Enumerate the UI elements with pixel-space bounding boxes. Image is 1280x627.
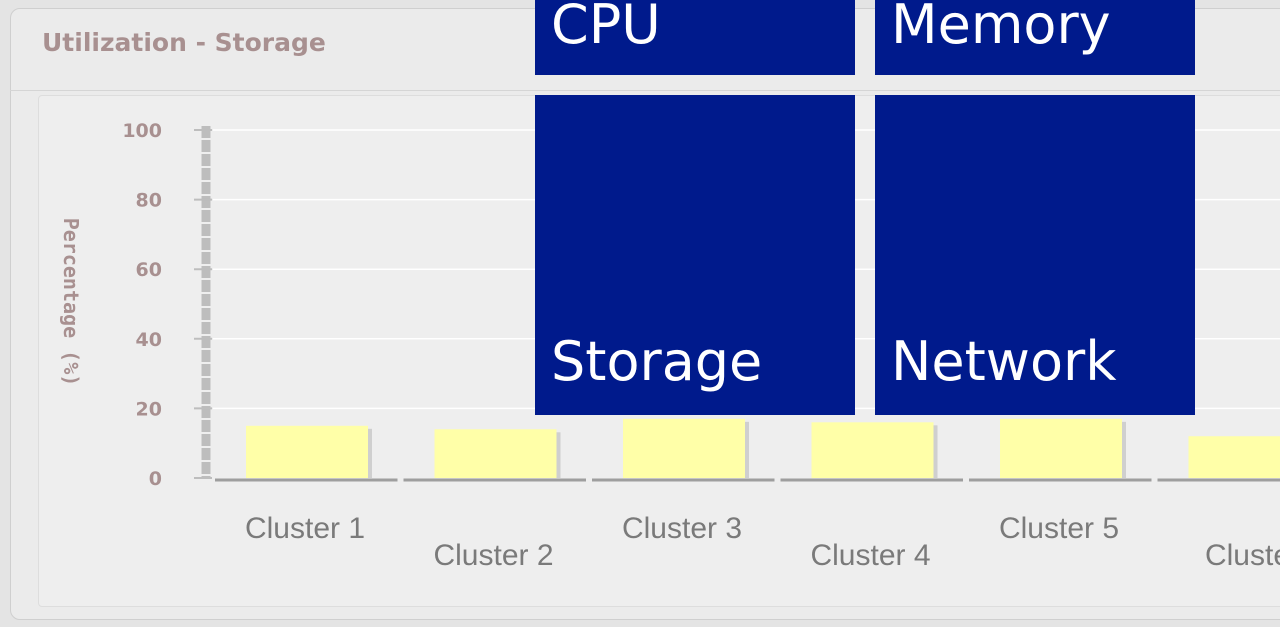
x-tick-label: Cluster 5 <box>999 512 1119 545</box>
y-tick-label-0: 0 <box>149 468 162 490</box>
bar-cluster-1 <box>246 425 368 478</box>
x-tick-label: Cluster 1 <box>245 512 365 545</box>
bar-cluster-6 <box>1188 436 1280 478</box>
y-tick-label-60: 60 <box>136 259 162 281</box>
x-tick-label: Cluster 3 <box>622 512 742 545</box>
storage-tile[interactable]: Storage <box>535 95 855 415</box>
cpu-tile[interactable]: CPU <box>535 0 855 75</box>
y-tick-label-20: 20 <box>136 398 162 420</box>
y-tick-label-40: 40 <box>136 329 162 351</box>
bar-cluster-5 <box>1000 418 1122 478</box>
network-tile-label: Network <box>891 330 1117 393</box>
storage-tile-label: Storage <box>551 330 763 393</box>
memory-tile-label: Memory <box>891 0 1111 56</box>
x-tick-label: Cluster 2 <box>433 539 553 572</box>
y-tick-label-100: 100 <box>122 120 162 142</box>
x-tick-label: Cluste <box>1205 539 1280 572</box>
bar-cluster-2 <box>434 429 557 478</box>
bar-cluster-3 <box>623 418 745 478</box>
y-axis-title: Percentage (%) <box>59 218 83 387</box>
network-tile[interactable]: Network <box>875 95 1195 415</box>
cpu-tile-label: CPU <box>551 0 661 56</box>
bar-cluster-4 <box>811 422 934 478</box>
memory-tile[interactable]: Memory <box>875 0 1195 75</box>
y-tick-label-80: 80 <box>136 190 162 212</box>
x-tick-label: Cluster 4 <box>810 539 930 572</box>
